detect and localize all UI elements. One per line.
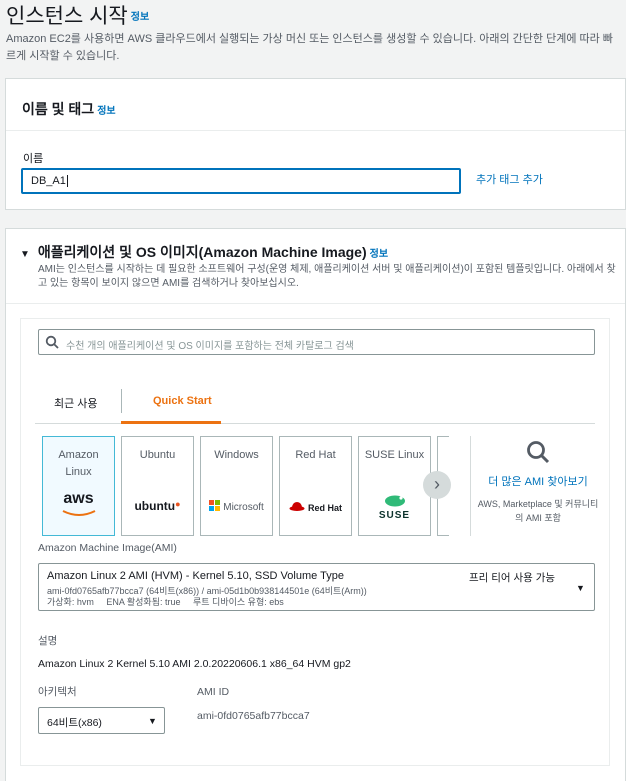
ami-select-title: Amazon Linux 2 AMI (HVM) - Kernel 5.10, … xyxy=(47,570,344,582)
ami-tile-windows[interactable]: Windows Microsoft xyxy=(200,436,273,536)
add-tag-link[interactable]: 추가 태그 추가 xyxy=(476,171,543,187)
ami-id-label: AMI ID xyxy=(197,686,230,698)
ami-select-meta: 가상화: hvm ENA 활성화됨: true 루트 디바이스 유형: ebs xyxy=(47,597,284,607)
name-input-value: DB_A1 xyxy=(31,175,66,187)
ami-select[interactable]: Amazon Linux 2 AMI (HVM) - Kernel 5.10, … xyxy=(38,563,595,611)
architecture-label: 아키텍처 xyxy=(38,686,77,698)
tile-label: Ubuntu xyxy=(139,449,176,461)
description-label: 설명 xyxy=(38,635,58,647)
red-hat-logo-icon: Red Hat xyxy=(280,501,351,514)
caret-down-icon[interactable]: ▼ xyxy=(576,583,585,593)
search-icon xyxy=(45,335,59,349)
browse-more-subtitle: AWS, Marketplace 및 커뮤니티의 AMI 포함 xyxy=(477,499,599,523)
tab-quick-start[interactable]: Quick Start xyxy=(137,384,217,424)
page-description: Amazon EC2를 사용하면 AWS 클라우드에서 실행되는 가상 머신 또… xyxy=(6,33,613,62)
tile-label: Windows xyxy=(214,449,259,461)
caret-down-icon[interactable]: ▼ xyxy=(20,249,30,260)
ami-header[interactable]: ▼ 애플리케이션 및 OS 이미지(Amazon Machine Image) 정보 xyxy=(20,242,388,262)
architecture-value: 64비트(x86) xyxy=(47,717,102,729)
name-tags-header: 이름 및 태그 정보 xyxy=(6,79,625,131)
microsoft-logo-icon: Microsoft xyxy=(201,500,272,513)
tile-label: SUSE Linux xyxy=(364,449,425,461)
aws-logo-icon: aws xyxy=(43,490,114,520)
search-placeholder: 수천 개의 애플리케이션 및 OS 이미지를 포함하는 전체 카탈로그 검색 xyxy=(66,341,354,352)
suse-logo-icon: SUSE xyxy=(359,493,430,521)
name-input[interactable]: DB_A1 xyxy=(21,168,461,194)
tab-separator xyxy=(121,389,122,413)
browse-more-link[interactable]: 더 많은 AMI 찾아보기 xyxy=(475,474,601,491)
info-link[interactable]: 정보 xyxy=(370,249,388,260)
active-tab-indicator xyxy=(121,421,221,424)
browse-more-amis[interactable]: 더 많은 AMI 찾아보기 AWS, Marketplace 및 커뮤니티의 A… xyxy=(475,439,601,525)
ami-tile-ubuntu[interactable]: Ubuntu ubuntu● xyxy=(121,436,194,536)
search-icon xyxy=(527,441,550,464)
caret-down-icon: ▼ xyxy=(148,716,157,726)
divider xyxy=(6,303,625,304)
tile-label: Red Hat xyxy=(295,449,336,461)
ami-id-value: ami-0fd0765afb77bcca7 xyxy=(197,710,310,722)
info-link[interactable]: 정보 xyxy=(97,106,115,117)
chevron-right-icon[interactable]: › xyxy=(423,471,451,499)
name-label: 이름 xyxy=(23,153,44,165)
ubuntu-logo-icon: ubuntu● xyxy=(134,499,181,513)
tab-baseline xyxy=(35,423,595,424)
ami-search-input[interactable]: 수천 개의 애플리케이션 및 OS 이미지를 포함하는 전체 카탈로그 검색 xyxy=(38,329,595,355)
ami-description: AMI는 인스턴스를 시작하는 데 필요한 소프트웨어 구성(운영 체제, 애플… xyxy=(38,264,616,289)
ami-catalog: 수천 개의 애플리케이션 및 OS 이미지를 포함하는 전체 카탈로그 검색 최… xyxy=(20,318,610,766)
ami-panel: ▼ 애플리케이션 및 OS 이미지(Amazon Machine Image) 정보… xyxy=(5,228,626,781)
free-tier-badge: 프리 티어 사용 가능 xyxy=(469,572,556,584)
architecture-select[interactable]: 64비트(x86) ▼ xyxy=(38,707,165,734)
page-title: 인스턴스 시작 정보 xyxy=(6,5,150,28)
tab-recent[interactable]: 최근 사용 xyxy=(54,384,98,424)
ami-tile-amazon-linux[interactable]: Amazon Linux aws xyxy=(42,436,115,536)
tile-label: Amazon Linux xyxy=(58,449,99,478)
info-link[interactable]: 정보 xyxy=(131,12,149,23)
divider xyxy=(470,436,471,536)
description-value: Amazon Linux 2 Kernel 5.10 AMI 2.0.20220… xyxy=(38,658,351,670)
ami-tile-red-hat[interactable]: Red Hat Red Hat xyxy=(279,436,352,536)
ami-select-label: Amazon Machine Image(AMI) xyxy=(38,542,177,554)
ami-tile-suse-linux[interactable]: SUSE Linux SUSE xyxy=(358,436,431,536)
name-tags-panel: 이름 및 태그 정보 이름 DB_A1 추가 태그 추가 xyxy=(5,78,626,210)
